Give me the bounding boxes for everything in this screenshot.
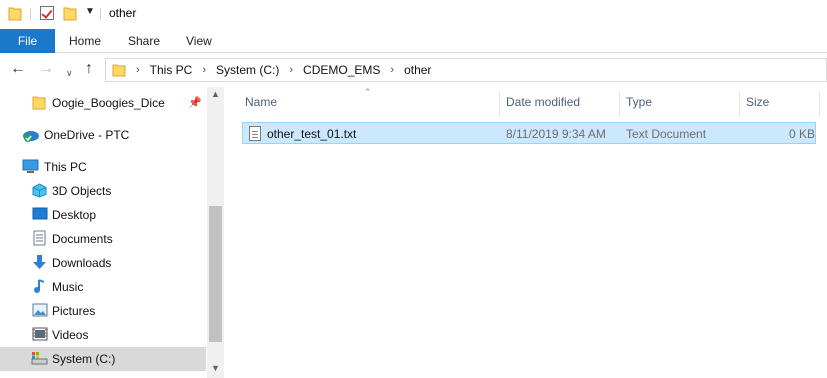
documents-icon [33, 230, 49, 246]
desktop-icon [32, 207, 48, 223]
column-divider[interactable] [499, 91, 500, 117]
tab-view[interactable]: View [186, 34, 212, 48]
chevron-right-icon[interactable]: › [390, 64, 394, 76]
column-divider[interactable] [739, 91, 740, 117]
recent-locations-chevron-icon[interactable]: ∨ [66, 65, 73, 81]
forward-arrow-icon[interactable]: → [38, 61, 54, 77]
breadcrumb-system-c[interactable]: System (C:) [216, 63, 279, 77]
chevron-right-icon[interactable]: › [136, 64, 140, 76]
sidebar-item-label: This PC [44, 160, 87, 174]
drive-icon [31, 351, 48, 367]
tab-home[interactable]: Home [69, 34, 101, 48]
breadcrumb-other[interactable]: other [404, 63, 431, 77]
scroll-down-arrow-icon[interactable]: ▼ [211, 363, 220, 373]
folder-icon [8, 6, 22, 21]
column-header-type[interactable]: Type [626, 95, 652, 109]
sidebar-item-documents[interactable]: Documents [0, 227, 206, 251]
tab-share[interactable]: Share [128, 34, 160, 48]
sidebar-item-3d-objects[interactable]: 3D Objects [0, 179, 206, 203]
file-type: Text Document [626, 127, 707, 141]
navigation-bar: ← → ∨ ↑ › This PC › System (C:) › CDEMO_… [0, 56, 827, 84]
cube-icon [32, 183, 48, 199]
sidebar-item-videos[interactable]: Videos [0, 323, 206, 347]
sidebar-scrollbar[interactable]: ▲ ▼ [207, 87, 224, 378]
properties-check-icon[interactable] [40, 6, 54, 20]
sidebar-item-label: Videos [52, 328, 89, 342]
sidebar-item-system-c[interactable]: System (C:) [0, 347, 206, 371]
text-file-icon [249, 126, 261, 141]
pictures-icon [32, 303, 48, 319]
column-header-date-modified[interactable]: Date modified [506, 95, 580, 109]
scroll-up-arrow-icon[interactable]: ▲ [211, 89, 220, 99]
sidebar-item-downloads[interactable]: Downloads [0, 251, 206, 275]
title-bar: ▼ other [0, 0, 827, 28]
sidebar-item-music[interactable]: Music [0, 275, 206, 299]
up-arrow-icon[interactable]: ↑ [85, 61, 93, 77]
breadcrumb-this-pc[interactable]: This PC [150, 63, 193, 77]
pin-icon[interactable]: 📌 [188, 96, 202, 109]
sidebar-item-oogie-boogies-dice[interactable]: Oogie_Boogies_Dice 📌 [0, 91, 206, 115]
window-title: other [109, 6, 137, 20]
tab-file[interactable]: File [0, 29, 55, 53]
chevron-right-icon[interactable]: › [289, 64, 293, 76]
computer-icon [22, 159, 39, 175]
quick-access-dropdown-icon[interactable]: ▼ [85, 6, 95, 17]
separator [30, 8, 31, 20]
column-divider[interactable] [819, 91, 820, 117]
sidebar-item-label: Oogie_Boogies_Dice [52, 96, 165, 110]
sidebar-item-pictures[interactable]: Pictures [0, 299, 206, 323]
file-size: 0 KB [789, 127, 816, 141]
folder-icon [112, 63, 126, 77]
download-arrow-icon [32, 254, 48, 270]
navigation-pane: Oogie_Boogies_Dice 📌 OneDrive - PTC This… [0, 87, 224, 378]
music-note-icon [33, 278, 49, 294]
back-arrow-icon[interactable]: ← [10, 61, 26, 77]
separator [100, 8, 101, 20]
column-header-name[interactable]: Name [245, 95, 277, 109]
sidebar-item-label: Desktop [52, 208, 97, 222]
sidebar-item-desktop[interactable]: Desktop [0, 203, 206, 227]
sidebar-item-label: Music [52, 280, 84, 294]
scrollbar-thumb[interactable] [209, 206, 222, 342]
sidebar-item-label: Downloads [52, 256, 112, 270]
sidebar-item-label: OneDrive - PTC [44, 128, 130, 142]
file-list: ⌃ Name Date modified Type Size other_tes… [232, 87, 827, 378]
sidebar-item-this-pc[interactable]: This PC [0, 155, 206, 179]
onedrive-cloud-icon [22, 127, 39, 143]
sidebar-item-label: Pictures [52, 304, 96, 318]
sidebar-item-label: 3D Objects [52, 184, 112, 198]
folder-icon [32, 95, 48, 111]
file-date-modified: 8/11/2019 9:34 AM [506, 127, 606, 141]
ribbon: File Home Share View [0, 29, 827, 53]
videos-icon [32, 327, 48, 343]
sidebar-item-label: Documents [52, 232, 113, 246]
sidebar-item-onedrive[interactable]: OneDrive - PTC [0, 123, 206, 147]
table-row[interactable]: other_test_01.txt 8/11/2019 9:34 AM Text… [242, 122, 816, 144]
address-bar[interactable]: › This PC › System (C:) › CDEMO_EMS › ot… [105, 58, 827, 82]
chevron-right-icon[interactable]: › [202, 64, 206, 76]
sidebar-item-label: System (C:) [52, 352, 116, 366]
new-folder-icon[interactable] [63, 6, 77, 21]
column-divider[interactable] [619, 91, 620, 117]
column-header-size[interactable]: Size [746, 95, 769, 109]
breadcrumb-cdemo-ems[interactable]: CDEMO_EMS [303, 63, 380, 77]
sort-ascending-icon: ⌃ [364, 87, 372, 97]
file-name[interactable]: other_test_01.txt [267, 127, 356, 141]
